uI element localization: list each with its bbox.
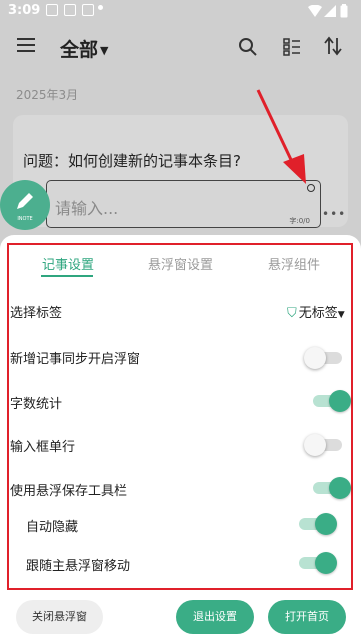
- pen-label: INOTE: [17, 216, 33, 222]
- float-toolbar-toggle[interactable]: [311, 477, 351, 499]
- close-float-button[interactable]: 关闭悬浮窗: [16, 600, 103, 634]
- gallery-notification-icon: [46, 4, 58, 16]
- battery-icon: [340, 4, 348, 18]
- word-count-toggle[interactable]: [311, 390, 351, 412]
- open-home-button[interactable]: 打开首页: [268, 600, 346, 634]
- notification-dot-icon: [98, 5, 103, 10]
- annotation-arrow-icon: [256, 89, 306, 184]
- select-tag-label: 选择标签: [10, 306, 63, 321]
- tab-float-widgets[interactable]: 悬浮组件: [268, 254, 320, 273]
- tab-float-window-settings[interactable]: 悬浮窗设置: [148, 254, 213, 273]
- status-bar: 3:09: [0, 0, 361, 24]
- follow-float-toggle[interactable]: [297, 552, 337, 574]
- float-toolbar-label: 使用悬浮保存工具栏: [10, 484, 128, 499]
- follow-float-label: 跟随主悬浮窗移动: [26, 559, 131, 574]
- highlight-box: [7, 243, 353, 590]
- pen-icon: [17, 193, 33, 209]
- chevron-down-icon: ▼: [100, 44, 109, 57]
- wifi-icon: [308, 5, 322, 17]
- tab-indicator: [41, 275, 93, 277]
- sync-float-toggle[interactable]: [304, 347, 344, 369]
- status-time: 3:09: [8, 3, 41, 18]
- note-question: 问题：如何创建新的记事本条目?: [23, 152, 241, 170]
- list-view-icon[interactable]: [283, 38, 301, 56]
- exit-settings-button[interactable]: 退出设置: [176, 600, 254, 634]
- tag-selector[interactable]: ⛉ 无标签▼: [287, 302, 345, 321]
- tab-note-settings[interactable]: 记事设置: [42, 254, 94, 273]
- app-notification-icon: [64, 4, 76, 16]
- app-bar: 全部 ▼: [0, 24, 361, 72]
- more-options-button[interactable]: •••: [322, 207, 346, 221]
- auto-hide-toggle[interactable]: [297, 513, 337, 535]
- tag-value: 无标签: [298, 306, 338, 321]
- month-header: 2025年3月: [16, 88, 79, 102]
- menu-icon[interactable]: [17, 38, 35, 52]
- signal-icon: [324, 5, 336, 17]
- notification-icon: [82, 4, 94, 16]
- page-title[interactable]: 全部 ▼: [60, 35, 108, 62]
- note-input-placeholder: 请输入...: [55, 199, 119, 218]
- word-count-label: 字数统计: [10, 397, 63, 412]
- search-icon[interactable]: [238, 37, 258, 57]
- dropdown-arrow-icon: ▼: [337, 310, 345, 320]
- auto-hide-label: 自动隐藏: [26, 520, 79, 535]
- sync-float-label: 新增记事同步开启浮窗: [10, 352, 141, 367]
- floating-pen-button[interactable]: INOTE: [0, 180, 50, 230]
- title-label: 全部: [60, 39, 99, 61]
- bookmark-icon: ⛉: [287, 306, 297, 321]
- sort-icon[interactable]: [324, 36, 342, 56]
- single-line-toggle[interactable]: [304, 434, 344, 456]
- single-line-label: 输入框单行: [10, 440, 76, 455]
- char-count: 字:0/0: [289, 217, 310, 225]
